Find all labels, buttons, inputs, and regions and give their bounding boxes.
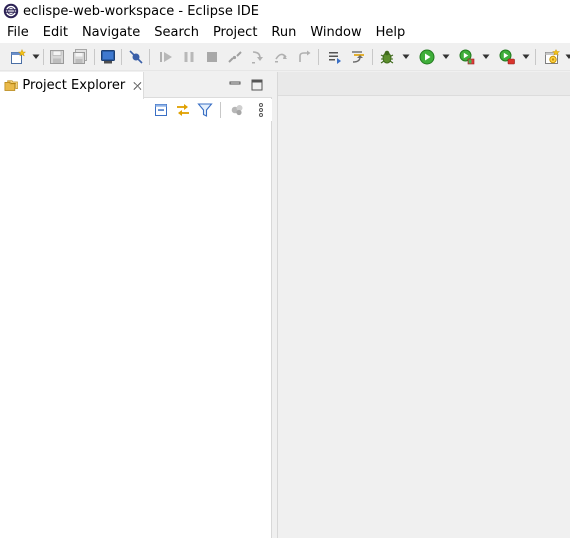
tab-project-explorer[interactable]: Project Explorer: [0, 72, 144, 99]
debug-icon[interactable]: [378, 48, 396, 66]
menu-edit[interactable]: Edit: [36, 22, 75, 43]
menu-help[interactable]: Help: [369, 22, 413, 43]
run-dropdown-icon[interactable]: [442, 54, 450, 60]
project-tree[interactable]: [0, 121, 271, 538]
save-icon[interactable]: [48, 48, 66, 66]
new-wizard-icon[interactable]: [9, 48, 27, 66]
open-console-icon[interactable]: [99, 48, 117, 66]
menu-navigate[interactable]: Navigate: [75, 22, 147, 43]
link-with-editor-icon[interactable]: [174, 101, 192, 119]
save-all-icon[interactable]: [71, 48, 89, 66]
toolbar-separator: [43, 49, 44, 65]
step-into-icon[interactable]: [249, 48, 267, 66]
suspend-icon[interactable]: [180, 48, 198, 66]
close-icon[interactable]: [132, 80, 143, 92]
external-tools-icon[interactable]: [498, 48, 516, 66]
toolbar-separator: [121, 49, 122, 65]
editor-tab-strip: [278, 72, 570, 96]
menu-project[interactable]: Project: [206, 22, 264, 43]
editor-area[interactable]: [277, 72, 570, 538]
resume-icon[interactable]: [157, 48, 175, 66]
coverage-dropdown-icon[interactable]: [482, 54, 490, 60]
filter-icon[interactable]: [196, 101, 214, 119]
toolbar-separator: [318, 49, 319, 65]
tab-label: Project Explorer: [22, 78, 126, 93]
menu-search[interactable]: Search: [147, 22, 206, 43]
select-working-set-icon[interactable]: [228, 101, 246, 119]
disconnect-icon[interactable]: [226, 48, 244, 66]
toolbar-separator: [372, 49, 373, 65]
menu-bar: File Edit Navigate Search Project Run Wi…: [0, 22, 570, 43]
toolbar-separator: [535, 49, 536, 65]
debug-dropdown-icon[interactable]: [402, 54, 410, 60]
open-perspective-dropdown-icon[interactable]: [565, 54, 570, 60]
skip-breakpoints-icon[interactable]: [127, 48, 145, 66]
open-perspective-icon[interactable]: [543, 48, 561, 66]
view-menu-icon[interactable]: [252, 101, 270, 119]
project-explorer-view: Project Explorer: [0, 72, 272, 538]
project-explorer-toolbar: [0, 99, 272, 121]
window-title: eclispe-web-workspace - Eclipse IDE: [23, 3, 260, 19]
toolbar-separator: [149, 49, 150, 65]
use-step-filters-icon[interactable]: [326, 48, 344, 66]
maximize-icon[interactable]: [250, 78, 264, 92]
terminate-icon[interactable]: [203, 48, 221, 66]
title-bar: eclispe-web-workspace - Eclipse IDE: [0, 0, 570, 22]
minimize-icon[interactable]: [228, 78, 242, 92]
project-explorer-icon: [4, 79, 18, 91]
step-return-icon[interactable]: [295, 48, 313, 66]
main-toolbar: [0, 43, 570, 71]
toolbar-separator: [220, 102, 221, 118]
eclipse-logo-icon: [3, 3, 19, 19]
collapse-all-icon[interactable]: [152, 101, 170, 119]
external-tools-dropdown-icon[interactable]: [522, 54, 530, 60]
run-icon[interactable]: [418, 48, 436, 66]
toolbar-separator: [94, 49, 95, 65]
coverage-icon[interactable]: [458, 48, 476, 66]
drop-to-frame-icon[interactable]: [349, 48, 367, 66]
project-explorer-tab-row: Project Explorer: [0, 72, 272, 99]
menu-file[interactable]: File: [0, 22, 36, 43]
new-dropdown-icon[interactable]: [32, 54, 40, 60]
menu-run[interactable]: Run: [264, 22, 303, 43]
menu-window[interactable]: Window: [303, 22, 368, 43]
step-over-icon[interactable]: [272, 48, 290, 66]
